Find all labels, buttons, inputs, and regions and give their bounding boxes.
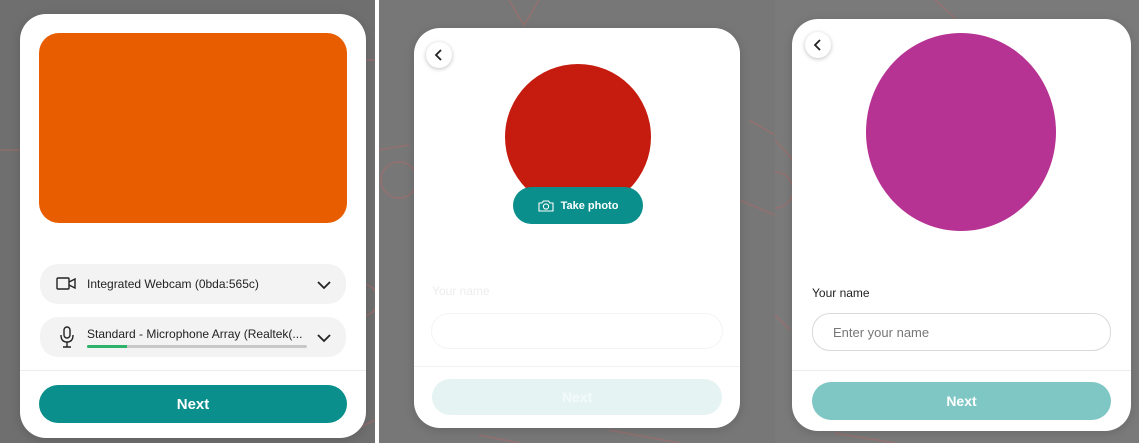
name-step-panel: Your name Next: [775, 0, 1139, 443]
device-setup-card: Integrated Webcam (0bda:565c) Standard -…: [20, 14, 366, 438]
chevron-left-icon: [813, 39, 821, 51]
mic-level-fill: [87, 345, 127, 348]
camera-label: Integrated Webcam (0bda:565c): [87, 277, 259, 291]
name-label: Your name: [432, 284, 490, 298]
video-preview: [39, 33, 347, 223]
name-input[interactable]: [431, 313, 723, 349]
device-setup-panel: Integrated Webcam (0bda:565c) Standard -…: [0, 0, 375, 443]
chevron-left-icon: [434, 49, 442, 61]
mic-level-meter: [87, 345, 307, 348]
footer-divider: [414, 366, 740, 367]
take-photo-button[interactable]: Take photo: [513, 187, 643, 224]
camera-icon: [56, 276, 76, 297]
take-photo-label: Take photo: [560, 199, 619, 212]
camera-icon: [538, 199, 554, 212]
camera-select[interactable]: Integrated Webcam (0bda:565c): [40, 264, 346, 304]
microphone-icon: [60, 326, 74, 353]
next-button[interactable]: Next: [432, 379, 722, 415]
chevron-down-icon[interactable]: [316, 278, 332, 296]
back-button[interactable]: [426, 42, 452, 68]
microphone-label: Standard - Microphone Array (Realtek(...: [87, 327, 303, 341]
photo-step-panel: Take photo Your name Next: [379, 0, 775, 443]
next-button[interactable]: Next: [812, 382, 1111, 420]
photo-step-card: Take photo Your name Next: [414, 28, 740, 428]
footer-divider: [792, 370, 1131, 371]
name-label: Your name: [812, 286, 870, 300]
back-button[interactable]: [805, 32, 831, 58]
profile-avatar: [866, 33, 1056, 231]
name-input[interactable]: [812, 313, 1111, 351]
chevron-down-icon[interactable]: [316, 331, 332, 349]
name-step-card: Your name Next: [792, 19, 1131, 431]
next-button[interactable]: Next: [39, 385, 347, 423]
footer-divider: [20, 370, 366, 371]
microphone-select[interactable]: Standard - Microphone Array (Realtek(...: [40, 317, 346, 357]
